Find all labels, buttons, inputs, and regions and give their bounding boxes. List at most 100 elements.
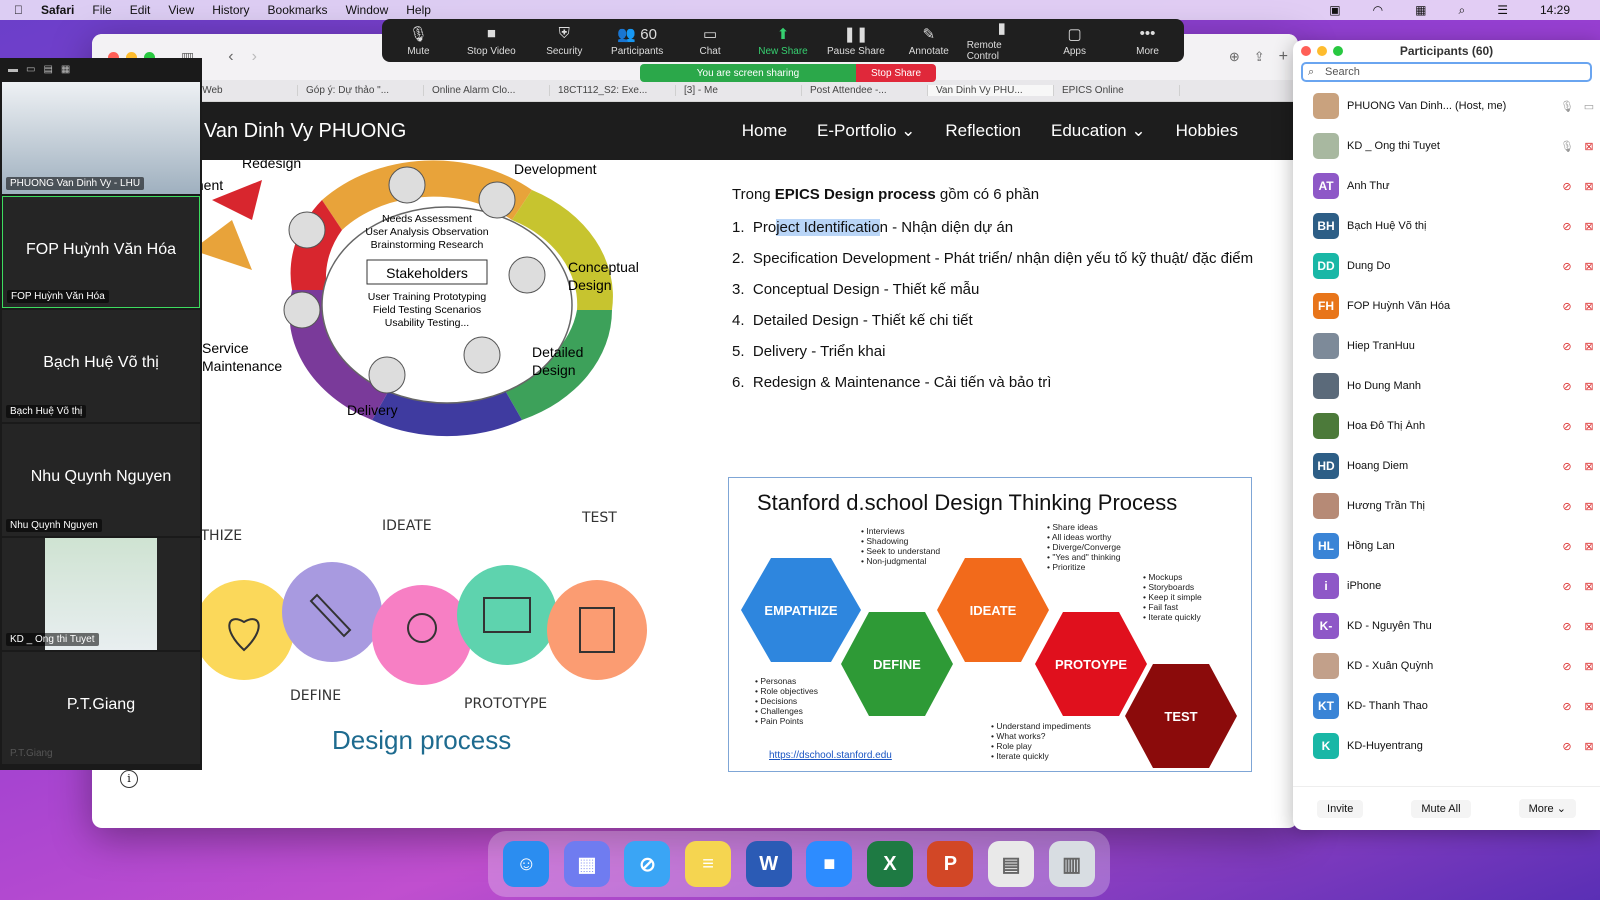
video-tile[interactable]: P.T.Giang P.T.Giang <box>2 652 200 764</box>
video-off-icon[interactable]: ⊠ <box>1578 620 1600 633</box>
muted-microphone-icon[interactable]: ⊘ <box>1556 220 1578 233</box>
participant-row[interactable]: KD _ Ong thi Tuyet 🎙 ⊠ <box>1293 126 1600 166</box>
video-tile[interactable]: PHUONG Van Dinh Vy - LHU <box>2 82 200 194</box>
spotlight-search-icon[interactable]: ⌕ <box>1458 3 1465 18</box>
participant-row[interactable]: Ho Dung Manh ⊘ ⊠ <box>1293 366 1600 406</box>
muted-microphone-icon[interactable]: ⊘ <box>1556 340 1578 353</box>
zoom-app-icon[interactable]: ■ <box>806 841 853 887</box>
video-tile[interactable]: Nhu Quynh Nguyen Nhu Quynh Nguyen <box>2 424 200 536</box>
nav-home[interactable]: Home <box>742 121 787 141</box>
muted-microphone-icon[interactable]: ⊘ <box>1556 300 1578 313</box>
safari-icon[interactable]: ⊘ <box>624 841 671 887</box>
video-off-icon[interactable]: ⊠ <box>1578 700 1600 713</box>
video-off-icon[interactable]: ⊠ <box>1578 260 1600 273</box>
menu-help[interactable]: Help <box>406 3 431 17</box>
video-off-icon[interactable]: ⊠ <box>1578 500 1600 513</box>
powerpoint-icon[interactable]: P <box>927 841 974 887</box>
microphone-icon[interactable]: 🎙 <box>1556 100 1578 113</box>
muted-microphone-icon[interactable]: ⊘ <box>1556 660 1578 673</box>
excel-icon[interactable]: X <box>866 841 913 887</box>
mute-all-button[interactable]: Mute All <box>1411 799 1471 818</box>
close-panel-button[interactable] <box>1301 46 1311 56</box>
menu-history[interactable]: History <box>212 3 249 17</box>
close-icon[interactable]: ▬ <box>8 64 18 75</box>
participant-row[interactable]: KD - Xuân Quỳnh ⊘ ⊠ <box>1293 646 1600 686</box>
input-source-icon[interactable]: ▦ <box>1415 3 1426 17</box>
participant-row[interactable]: HL Hồng Lan ⊘ ⊠ <box>1293 526 1600 566</box>
menu-clock[interactable]: 14:29 <box>1540 3 1570 17</box>
control-center-icon[interactable]: ☰ <box>1497 3 1508 17</box>
forward-arrow-icon[interactable]: › <box>252 48 257 66</box>
chat-button[interactable]: ▭ Chat <box>675 25 745 57</box>
nav-reflection[interactable]: Reflection <box>945 121 1021 141</box>
video-off-icon[interactable]: ⊠ <box>1578 660 1600 673</box>
tab-epics-online[interactable]: EPICS Online <box>1054 85 1180 96</box>
selected-text[interactable]: ject Identificatio <box>776 219 880 236</box>
participant-row[interactable]: BH Bạch Huệ Võ thị ⊘ ⊠ <box>1293 206 1600 246</box>
stanford-link[interactable]: https://dschool.stanford.edu <box>769 750 892 761</box>
video-off-icon[interactable]: ⊠ <box>1578 340 1600 353</box>
tab-alarm[interactable]: Online Alarm Clo... <box>424 85 550 96</box>
word-icon[interactable]: W <box>745 841 792 887</box>
apple-icon[interactable]:  <box>14 3 23 17</box>
muted-microphone-icon[interactable]: ⊘ <box>1556 700 1578 713</box>
minimize-panel-button[interactable] <box>1317 46 1327 56</box>
documents-folder-icon[interactable]: ▤ <box>988 841 1035 887</box>
finder-icon[interactable]: ☺ <box>503 841 550 887</box>
video-tile[interactable]: Bạch Huệ Võ thị Bạch Huệ Võ thị <box>2 310 200 422</box>
participant-row[interactable]: HD Hoang Diem ⊘ ⊠ <box>1293 446 1600 486</box>
apps-button[interactable]: ▢ Apps <box>1040 25 1110 57</box>
minimize-icon[interactable]: ▭ <box>26 64 35 75</box>
zoom-panel-button[interactable] <box>1333 46 1343 56</box>
participant-row[interactable]: KT KD- Thanh Thao ⊘ ⊠ <box>1293 686 1600 726</box>
participants-search-input[interactable]: ⌕ Search <box>1301 62 1592 82</box>
video-off-icon[interactable]: ⊠ <box>1578 420 1600 433</box>
video-off-icon[interactable]: ⊠ <box>1578 180 1600 193</box>
muted-microphone-icon[interactable]: ⊘ <box>1556 740 1578 753</box>
pause-share-button[interactable]: ❚❚ Pause Share <box>821 25 891 57</box>
more-options-button[interactable]: More ⌄ <box>1518 799 1576 818</box>
download-icon[interactable]: ⊕ <box>1229 49 1240 65</box>
participant-row[interactable]: DD Dung Do ⊘ ⊠ <box>1293 246 1600 286</box>
muted-microphone-icon[interactable]: ⊘ <box>1556 260 1578 273</box>
participant-row[interactable]: Hoa Đỗ Thị Ánh ⊘ ⊠ <box>1293 406 1600 446</box>
muted-microphone-icon[interactable]: ⊘ <box>1556 500 1578 513</box>
menu-edit[interactable]: Edit <box>130 3 151 17</box>
video-off-icon[interactable]: ⊠ <box>1578 740 1600 753</box>
speaker-view-icon[interactable]: ▤ <box>43 64 52 75</box>
tab-van-dinh-vy[interactable]: Van Dinh Vy PHU... <box>928 85 1054 96</box>
muted-microphone-icon[interactable]: ⊘ <box>1556 460 1578 473</box>
more-button[interactable]: ••• More <box>1113 25 1183 57</box>
mute-button[interactable]: 🎙 Mute <box>383 25 453 57</box>
muted-microphone-icon[interactable]: ⊘ <box>1556 420 1578 433</box>
participant-row[interactable]: K- KD - Nguyễn Thu ⊘ ⊠ <box>1293 606 1600 646</box>
muted-microphone-icon[interactable]: ⊘ <box>1556 540 1578 553</box>
muted-microphone-icon[interactable]: ⊘ <box>1556 180 1578 193</box>
annotate-button[interactable]: ✎ Annotate <box>894 25 964 57</box>
back-arrow-icon[interactable]: ‹ <box>228 48 233 66</box>
muted-microphone-icon[interactable]: ⊘ <box>1556 380 1578 393</box>
video-off-icon[interactable]: ⊠ <box>1578 580 1600 593</box>
invite-button[interactable]: Invite <box>1317 799 1364 818</box>
stop-video-button[interactable]: ■ Stop Video <box>456 25 526 57</box>
stop-share-button[interactable]: Stop Share <box>856 64 936 82</box>
video-tile[interactable]: FOP Huỳnh Văn Hóa FOP Huỳnh Văn Hóa <box>2 196 200 308</box>
info-icon[interactable]: i <box>120 770 138 788</box>
participant-row[interactable]: K KD-Huyentrang ⊘ ⊠ <box>1293 726 1600 766</box>
microphone-icon[interactable]: 🎙 <box>1556 140 1578 153</box>
participant-row[interactable]: FH FOP Huỳnh Văn Hóa ⊘ ⊠ <box>1293 286 1600 326</box>
trash-icon[interactable]: ▥ <box>1048 841 1095 887</box>
menu-window[interactable]: Window <box>346 3 389 17</box>
nav-hobbies[interactable]: Hobbies <box>1176 121 1238 141</box>
video-off-icon[interactable]: ⊠ <box>1578 540 1600 553</box>
participant-row[interactable]: Hiep TranHuu ⊘ ⊠ <box>1293 326 1600 366</box>
video-off-icon[interactable]: ⊠ <box>1578 300 1600 313</box>
tab-post-attendee[interactable]: Post Attendee -... <box>802 85 928 96</box>
new-share-button[interactable]: ⬆ New Share <box>748 25 818 57</box>
participant-row[interactable]: i iPhone ⊘ ⊠ <box>1293 566 1600 606</box>
wifi-icon[interactable]: ◠ <box>1373 3 1383 17</box>
video-off-icon[interactable]: ⊠ <box>1578 140 1600 153</box>
share-icon[interactable]: ⇪ <box>1254 49 1265 65</box>
nav-education[interactable]: Education ⌄ <box>1051 121 1146 141</box>
remote-control-button[interactable]: ▮ Remote Control <box>967 19 1037 62</box>
